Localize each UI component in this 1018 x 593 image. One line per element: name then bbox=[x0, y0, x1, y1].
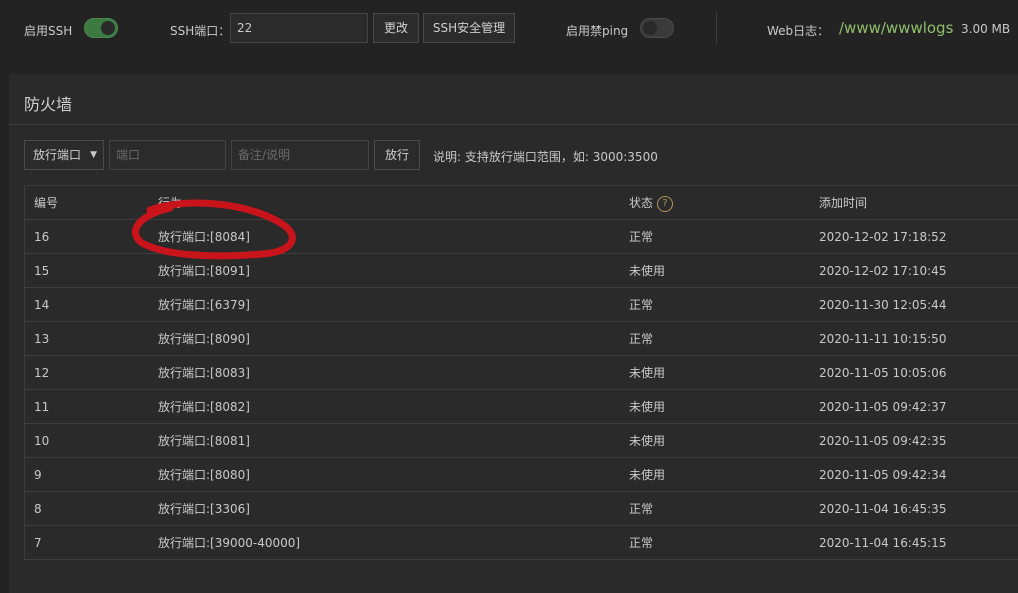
table-body: 16 放行端口:[8084] 正常 2020-12-02 17:18:52 15 放行端… bbox=[24, 220, 1018, 560]
cell-id: 16 bbox=[34, 230, 50, 244]
cell-action: 放行端口:[8091] bbox=[158, 264, 250, 278]
cell-status: 未使用 bbox=[629, 434, 666, 448]
header-time: 添加时间 bbox=[819, 196, 868, 210]
cell-status: 未使用 bbox=[629, 264, 666, 278]
change-port-button[interactable]: 更改 bbox=[373, 13, 419, 43]
hint-text: 说明: 支持放行端口范围，如: 3000:3500 bbox=[433, 150, 658, 164]
mode-select[interactable]: 放行端口 ▼ bbox=[24, 140, 104, 170]
cell-time: 2020-11-11 10:15:50 bbox=[819, 332, 947, 346]
cell-action: 放行端口:[8082] bbox=[158, 400, 250, 414]
cell-status: 正常 bbox=[629, 230, 654, 244]
top-settings-bar: 启用SSH SSH端口： 更改 SSH安全管理 启用禁ping Web日志： /… bbox=[0, 0, 1018, 58]
ssh-enable-label: 启用SSH bbox=[24, 24, 73, 38]
ssh-port-input[interactable] bbox=[230, 13, 368, 43]
table-row: 12 放行端口:[8083] 未使用 2020-11-05 10:05:06 bbox=[24, 356, 1018, 390]
table-row: 15 放行端口:[8091] 未使用 2020-12-02 17:10:45 bbox=[24, 254, 1018, 288]
table-row: 11 放行端口:[8082] 未使用 2020-11-05 09:42:37 bbox=[24, 390, 1018, 424]
cell-id: 7 bbox=[34, 536, 42, 550]
header-action: 行为 bbox=[158, 196, 183, 210]
table-row: 14 放行端口:[6379] 正常 2020-11-30 12:05:44 bbox=[24, 288, 1018, 322]
cell-action: 放行端口:[8081] bbox=[158, 434, 250, 448]
cell-id: 12 bbox=[34, 366, 50, 380]
cell-status: 正常 bbox=[629, 502, 654, 516]
cell-status: 未使用 bbox=[629, 400, 666, 414]
table-row: 7 放行端口:[39000-40000] 正常 2020-11-04 16:45:15 bbox=[24, 526, 1018, 560]
cell-status: 正常 bbox=[629, 298, 654, 312]
cell-time: 2020-11-05 09:42:37 bbox=[819, 400, 947, 414]
note-input[interactable] bbox=[231, 140, 369, 170]
toggle-knob bbox=[643, 21, 657, 35]
port-input[interactable] bbox=[109, 140, 226, 170]
cell-status: 正常 bbox=[629, 536, 654, 550]
question-circle-icon[interactable]: ? bbox=[657, 195, 674, 212]
cell-action: 放行端口:[8090] bbox=[158, 332, 250, 346]
cell-action: 放行端口:[6379] bbox=[158, 298, 250, 312]
cell-action: 放行端口:[8084] bbox=[158, 230, 250, 244]
cell-time: 2020-11-05 10:05:06 bbox=[819, 366, 947, 380]
cell-time: 2020-12-02 17:10:45 bbox=[819, 264, 947, 278]
cell-action: 放行端口:[39000-40000] bbox=[158, 536, 301, 550]
divider bbox=[716, 12, 717, 44]
cell-id: 10 bbox=[34, 434, 50, 448]
cell-status: 正常 bbox=[629, 332, 654, 346]
cell-time: 2020-12-02 17:18:52 bbox=[819, 230, 947, 244]
cell-id: 15 bbox=[34, 264, 50, 278]
cell-id: 8 bbox=[34, 502, 42, 516]
cell-time: 2020-11-05 09:42:35 bbox=[819, 434, 947, 448]
cell-id: 9 bbox=[34, 468, 42, 482]
firewall-title: 防火墙 bbox=[24, 95, 73, 114]
cell-time: 2020-11-30 12:05:44 bbox=[819, 298, 947, 312]
ssh-port-label: SSH端口： bbox=[170, 24, 231, 38]
table-row: 8 放行端口:[3306] 正常 2020-11-04 16:45:35 bbox=[24, 492, 1018, 526]
cell-time: 2020-11-05 09:42:34 bbox=[819, 468, 947, 482]
weblog-label: Web日志： bbox=[767, 24, 830, 38]
table-header-row: 编号 行为 状态? 添加时间 bbox=[24, 186, 1018, 220]
weblog-size: 3.00 MB bbox=[961, 22, 1011, 36]
table-row: 10 放行端口:[8081] 未使用 2020-11-05 09:42:35 bbox=[24, 424, 1018, 458]
mode-select-value: 放行端口 bbox=[33, 148, 82, 162]
table-row: 16 放行端口:[8084] 正常 2020-12-02 17:18:52 bbox=[24, 220, 1018, 254]
weblog-path-link[interactable]: /www/wwwlogs bbox=[839, 19, 953, 37]
toggle-knob bbox=[101, 21, 115, 35]
allow-button[interactable]: 放行 bbox=[374, 140, 420, 170]
header-id: 编号 bbox=[34, 196, 59, 210]
cell-time: 2020-11-04 16:45:15 bbox=[819, 536, 947, 550]
cell-id: 11 bbox=[34, 400, 50, 414]
ssh-security-button[interactable]: SSH安全管理 bbox=[423, 13, 515, 43]
cell-id: 14 bbox=[34, 298, 50, 312]
cell-action: 放行端口:[8083] bbox=[158, 366, 250, 380]
cell-status: 未使用 bbox=[629, 366, 666, 380]
table-row: 9 放行端口:[8080] 未使用 2020-11-05 09:42:34 bbox=[24, 458, 1018, 492]
table-row: 13 放行端口:[8090] 正常 2020-11-11 10:15:50 bbox=[24, 322, 1018, 356]
caret-down-icon: ▼ bbox=[90, 150, 97, 160]
header-status-text: 状态 bbox=[629, 196, 654, 210]
divider bbox=[9, 124, 1018, 125]
cell-time: 2020-11-04 16:45:35 bbox=[819, 502, 947, 516]
noping-toggle[interactable] bbox=[640, 18, 674, 38]
cell-status: 未使用 bbox=[629, 468, 666, 482]
cell-action: 放行端口:[8080] bbox=[158, 468, 250, 482]
header-status: 状态? bbox=[629, 186, 674, 220]
noping-label: 启用禁ping bbox=[566, 24, 629, 38]
cell-action: 放行端口:[3306] bbox=[158, 502, 250, 516]
firewall-rules-table: 编号 行为 状态? 添加时间 16 放行端口:[8084] 正常 2020-12-02… bbox=[24, 185, 1018, 560]
ssh-toggle[interactable] bbox=[84, 18, 118, 38]
cell-id: 13 bbox=[34, 332, 50, 346]
